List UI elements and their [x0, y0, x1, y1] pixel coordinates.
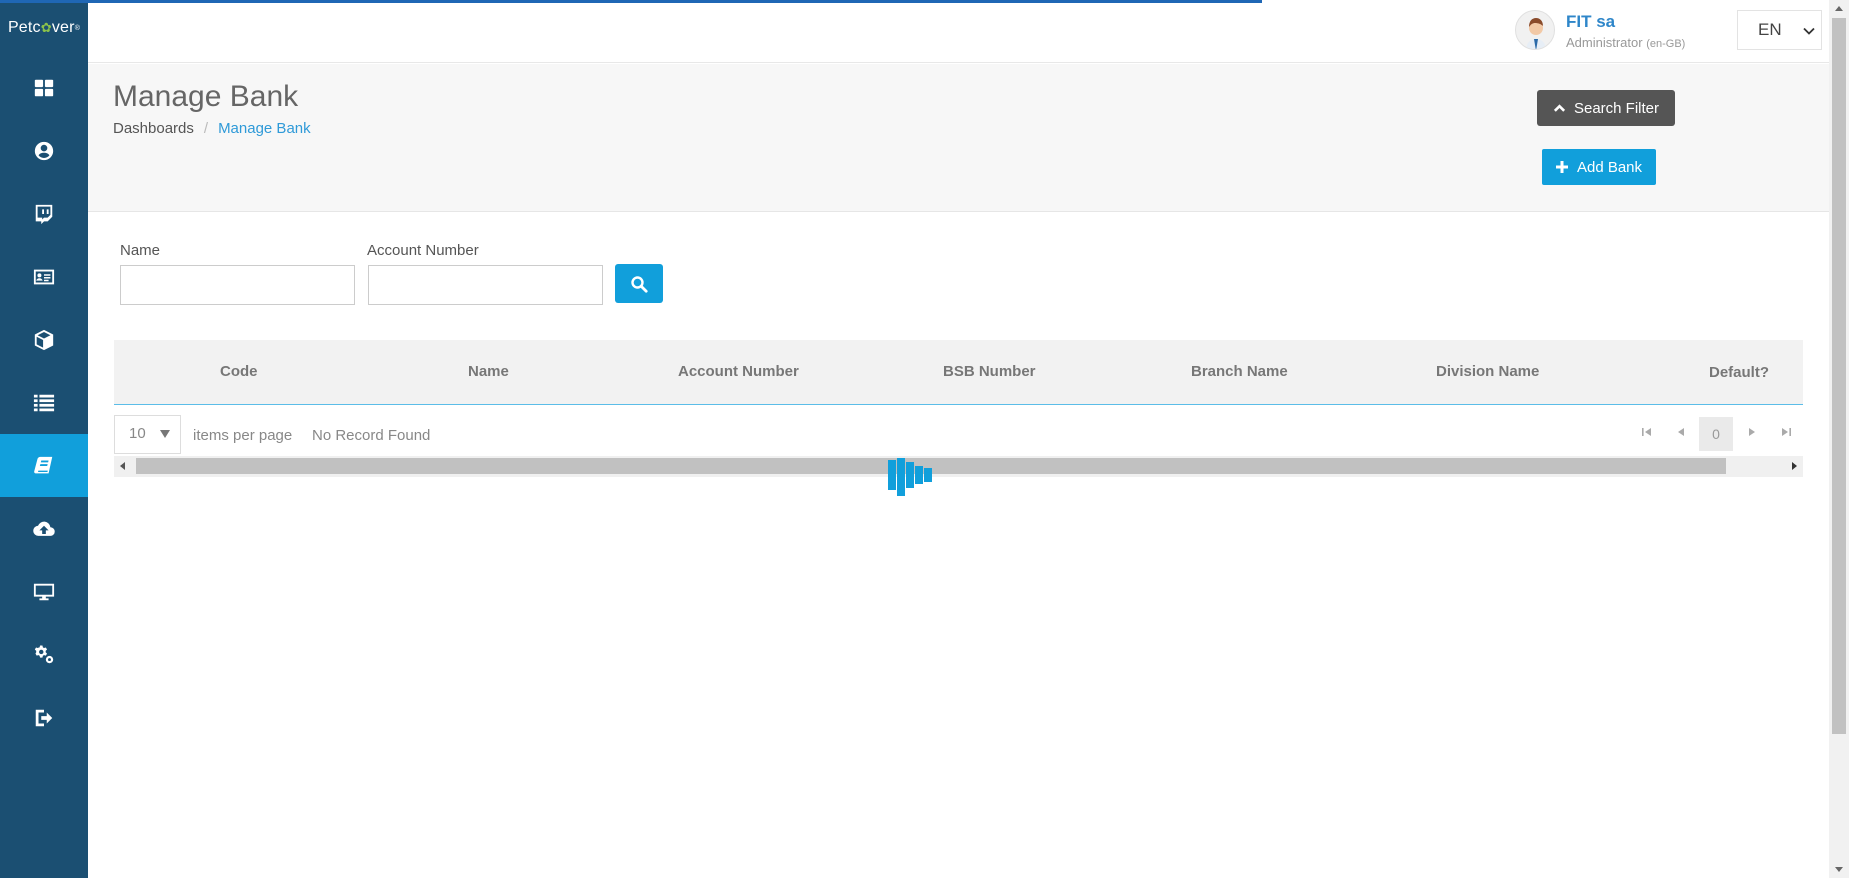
book-icon	[34, 456, 53, 473]
avatar[interactable]	[1515, 10, 1555, 50]
add-bank-label: Add Bank	[1576, 158, 1643, 176]
next-page-icon	[1749, 428, 1755, 436]
sidebar: Petc ✿ ver ®	[0, 0, 88, 878]
first-page-icon	[1642, 428, 1651, 436]
column-header-default[interactable]: Default?	[1709, 364, 1769, 381]
monitor-icon	[33, 583, 55, 600]
pager: 10 items per page No Record Found 0	[114, 405, 1803, 455]
last-page-button[interactable]	[1779, 425, 1793, 439]
chat-icon	[35, 204, 53, 224]
first-page-button[interactable]	[1640, 425, 1654, 439]
page-header: Manage Bank Dashboards / Manage Bank Searc…	[88, 64, 1829, 212]
search-filter-button[interactable]: Search Filter	[1537, 90, 1675, 126]
sign-out-icon	[35, 709, 53, 726]
scroll-down-icon[interactable]	[1834, 864, 1844, 874]
logo-text-prefix: Petc	[7, 19, 41, 36]
column-header-branch-name[interactable]: Branch Name	[1191, 363, 1288, 380]
search-filter-label: Search Filter	[1573, 99, 1660, 117]
user-avatar-icon	[1526, 18, 1546, 49]
sidebar-item-dashboard[interactable]	[0, 56, 88, 119]
dashboard-icon	[34, 79, 54, 96]
horizontal-scrollbar[interactable]	[114, 456, 1803, 477]
vertical-scroll-thumb[interactable]	[1832, 18, 1846, 734]
column-header-division-name[interactable]: Division Name	[1436, 363, 1539, 380]
language-value: EN	[1758, 20, 1782, 39]
column-header-name[interactable]: Name	[468, 363, 509, 380]
loading-spinner-icon	[886, 456, 942, 498]
scroll-right-icon[interactable]	[1789, 461, 1799, 471]
id-card-icon	[33, 269, 55, 284]
scroll-left-icon[interactable]	[118, 461, 128, 471]
previous-page-icon	[1678, 428, 1684, 436]
current-page[interactable]: 0	[1699, 417, 1733, 451]
account-number-input[interactable]	[368, 265, 603, 305]
sidebar-item-products[interactable]	[0, 308, 88, 371]
sidebar-item-contacts[interactable]	[0, 245, 88, 308]
chevron-up-icon	[1553, 103, 1566, 112]
last-page-icon	[1782, 428, 1791, 436]
registered-mark: ®	[74, 24, 81, 32]
breadcrumb-separator: /	[203, 120, 209, 137]
page-size-select[interactable]: 10	[114, 415, 181, 454]
vertical-scrollbar[interactable]	[1829, 0, 1849, 878]
page-title: Manage Bank	[113, 80, 299, 113]
user-name[interactable]: FIT sa	[1566, 12, 1615, 32]
chevron-down-icon	[1803, 27, 1815, 35]
column-header-bsb-number[interactable]: BSB Number	[943, 363, 1036, 380]
account-number-label: Account Number	[367, 242, 479, 259]
app-logo[interactable]: Petc ✿ ver ®	[0, 0, 88, 56]
column-header-account-number[interactable]: Account Number	[678, 363, 799, 380]
items-per-page-label: items per page	[193, 427, 293, 444]
sidebar-item-bank[interactable]	[0, 434, 88, 497]
breadcrumb-dashboards[interactable]: Dashboards	[113, 120, 194, 137]
sidebar-item-lists[interactable]	[0, 371, 88, 434]
user-circle-icon	[34, 141, 54, 160]
sidebar-item-upload[interactable]	[0, 497, 88, 560]
user-role: Administrator (en-GB)	[1566, 35, 1685, 50]
previous-page-button[interactable]	[1674, 425, 1688, 439]
paw-icon: ✿	[40, 20, 52, 35]
loading-progress-bar	[0, 0, 1262, 3]
sidebar-item-display[interactable]	[0, 560, 88, 623]
page-size-value: 10	[129, 425, 146, 442]
sidebar-item-logout[interactable]	[0, 686, 88, 749]
list-icon	[33, 394, 55, 411]
logo-text-suffix: ver	[51, 19, 75, 36]
table-header: Code Name Account Number BSB Number Bran…	[114, 340, 1803, 405]
search-icon	[631, 275, 648, 293]
breadcrumb: Dashboards / Manage Bank	[113, 120, 311, 137]
language-select[interactable]: EN	[1737, 10, 1822, 50]
top-header: FIT sa Administrator (en-GB) EN	[88, 0, 1829, 63]
plus-icon	[1555, 161, 1568, 173]
sidebar-item-messages[interactable]	[0, 182, 88, 245]
scroll-up-icon[interactable]	[1834, 4, 1844, 14]
cube-icon	[34, 329, 54, 350]
name-label: Name	[120, 242, 161, 259]
add-bank-button[interactable]: Add Bank	[1542, 149, 1656, 185]
breadcrumb-current[interactable]: Manage Bank	[218, 120, 311, 137]
gears-icon	[34, 645, 54, 663]
name-input[interactable]	[120, 265, 355, 305]
column-header-code[interactable]: Code	[220, 363, 258, 380]
cloud-upload-icon	[33, 521, 55, 536]
pager-status: No Record Found	[312, 427, 431, 444]
caret-down-icon	[160, 430, 170, 438]
sidebar-item-settings[interactable]	[0, 623, 88, 686]
sidebar-item-users[interactable]	[0, 119, 88, 182]
user-role-text: Administrator	[1566, 35, 1643, 50]
next-page-button[interactable]	[1745, 425, 1759, 439]
user-locale: (en-GB)	[1646, 38, 1686, 50]
search-button[interactable]	[615, 264, 663, 303]
